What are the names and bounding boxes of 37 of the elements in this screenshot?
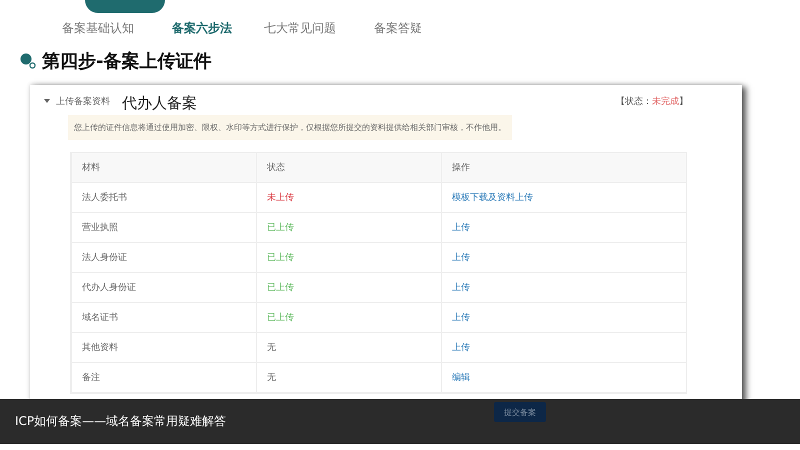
table-cell: 备注	[71, 363, 256, 393]
overlay-title: 代办人备案	[122, 94, 197, 112]
status-cell: 已上传	[256, 213, 441, 243]
table-cell: 域名证书	[71, 303, 256, 333]
status-cell: 已上传	[256, 303, 441, 333]
notice-banner: 您上传的证件信息将通过使用加密、限权、水印等方式进行保护，仅根据您所提交的资料提供给相关部门审核，不作他用。	[68, 115, 512, 140]
caption-text: ICP如何备案——域名备案常用疑难解答	[15, 413, 226, 430]
table-cell: 其他资料	[71, 333, 256, 363]
status-cell: 已上传	[256, 273, 441, 303]
status-cell: 无	[256, 333, 441, 363]
status-text: 【状态：未完成】	[616, 96, 688, 108]
status-cell: 已上传	[256, 243, 441, 273]
status-cell: 无	[256, 363, 441, 393]
column-header: 操作	[441, 153, 686, 183]
table-cell: 法人委托书	[71, 183, 256, 213]
action-link[interactable]: 上传	[452, 221, 470, 234]
caret-icon	[44, 98, 50, 104]
section-toggle[interactable]: 上传备案资料	[44, 94, 110, 108]
table-cell: 营业执照	[71, 213, 256, 243]
status-cell: 未上传	[256, 183, 441, 213]
nav-tab[interactable]: 备案基础认知	[62, 20, 172, 36]
action-link[interactable]: 模板下载及资料上传	[452, 191, 533, 204]
action-link[interactable]: 上传	[452, 251, 470, 264]
section-heading: 第四步-备案上传证件	[42, 50, 212, 73]
action-link[interactable]: 上传	[452, 341, 470, 354]
column-header: 状态	[256, 153, 441, 183]
table-cell: 代办人身份证	[71, 273, 256, 303]
table-cell: 法人身份证	[71, 243, 256, 273]
submit-button[interactable]: 提交备案	[494, 402, 546, 422]
action-link[interactable]: 编辑	[452, 371, 470, 384]
action-link[interactable]: 上传	[452, 311, 470, 324]
nav-tab[interactable]: 备案答疑	[374, 20, 474, 36]
nav-tab[interactable]: 七大常见问题	[264, 20, 374, 36]
nav-tab[interactable]: 备案六步法	[172, 20, 264, 36]
bullet-icon	[20, 53, 36, 69]
column-header: 材料	[71, 153, 256, 183]
action-link[interactable]: 上传	[452, 281, 470, 294]
